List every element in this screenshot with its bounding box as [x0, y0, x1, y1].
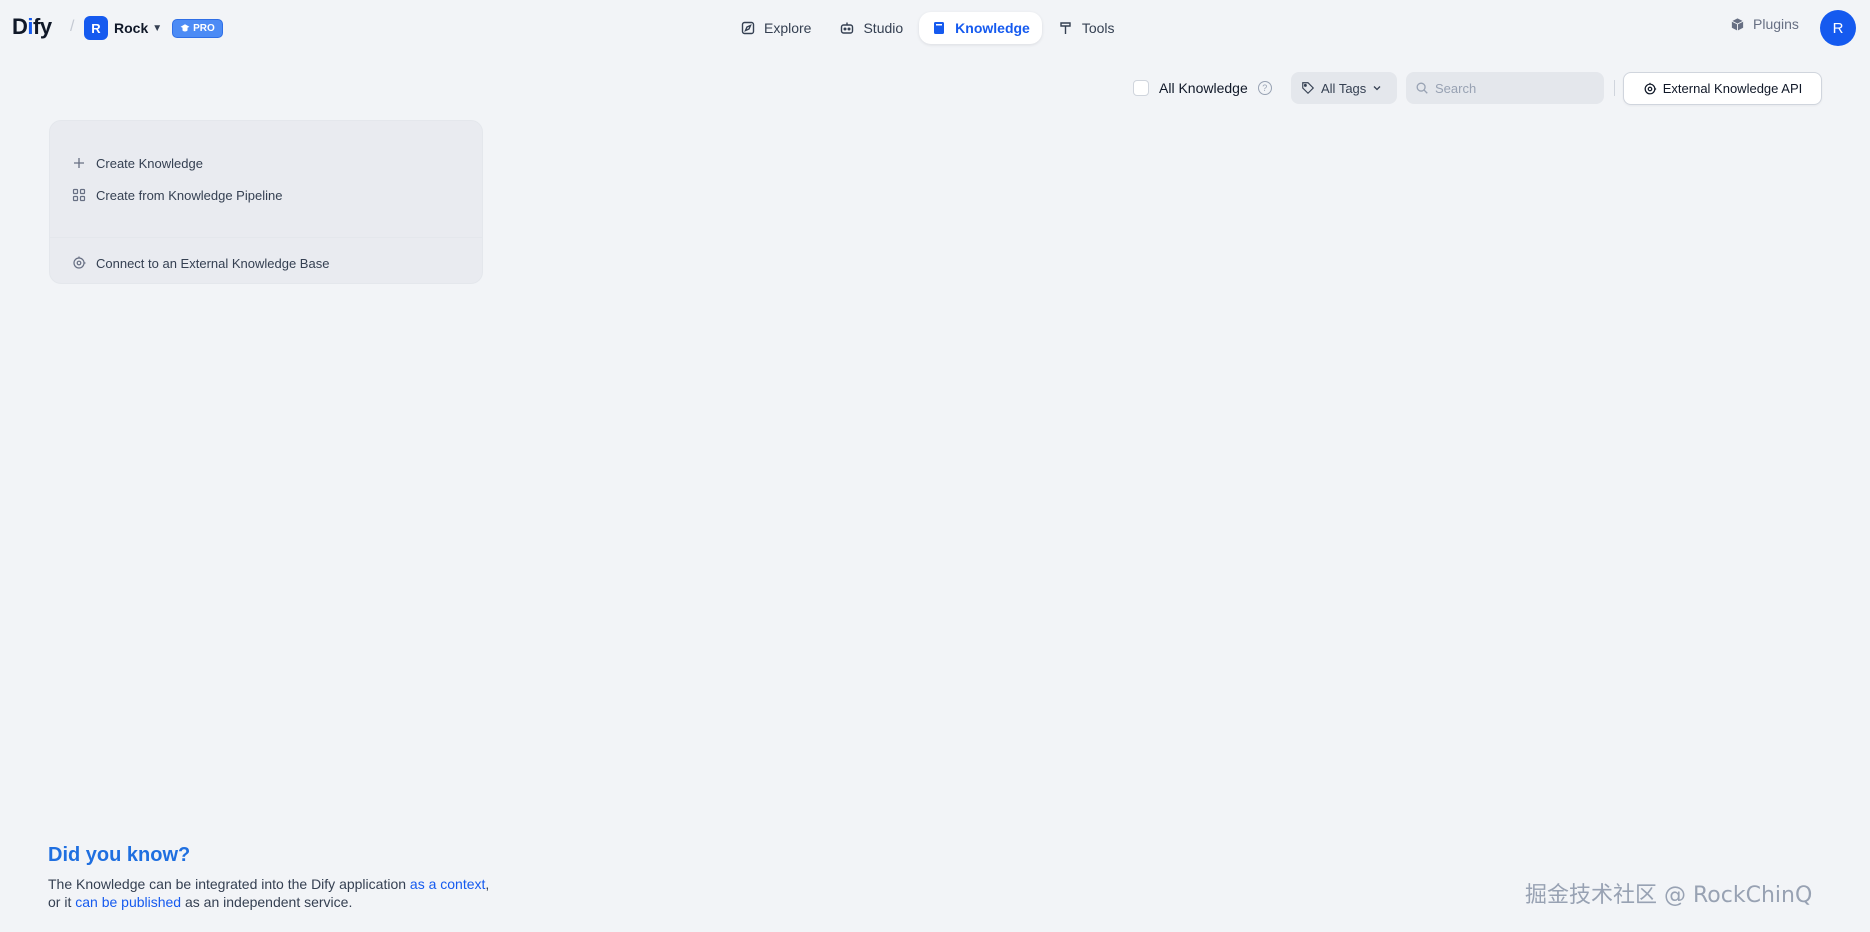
as-context-link[interactable]: as a context	[410, 876, 486, 892]
compass-icon	[741, 21, 755, 35]
top-header: Dify / R Rock ▼ PRO Explore Studio Knowl…	[0, 0, 1870, 56]
book-icon	[934, 22, 945, 34]
breadcrumb-separator: /	[70, 18, 75, 35]
tags-filter-dropdown[interactable]: All Tags	[1291, 72, 1397, 104]
pro-badge: PRO	[172, 18, 223, 38]
create-knowledge-card: Create Knowledge Create from Knowledge P…	[49, 120, 483, 284]
create-from-pipeline-button[interactable]: Create from Knowledge Pipeline	[72, 183, 282, 207]
knowledge-toolbar: All Knowledge ? All Tags External Knowle…	[0, 72, 1870, 105]
create-from-pipeline-label: Create from Knowledge Pipeline	[96, 187, 283, 203]
main-nav: Explore Studio Knowledge Tools	[728, 12, 1127, 44]
tag-icon	[1302, 82, 1315, 95]
search-box[interactable]	[1406, 72, 1604, 104]
search-input[interactable]	[1435, 80, 1595, 96]
plugins-label: Plugins	[1753, 16, 1799, 32]
chevron-down-icon	[1373, 86, 1381, 91]
search-icon	[1416, 82, 1428, 94]
did-you-know-panel: Did you know? The Knowledge can be integ…	[48, 844, 489, 911]
nav-explore[interactable]: Explore	[728, 12, 823, 44]
nav-tools-label: Tools	[1081, 20, 1115, 36]
graduation-cap-icon	[180, 24, 190, 32]
all-knowledge-label: All Knowledge	[1159, 80, 1248, 96]
pipeline-icon	[72, 188, 86, 202]
nav-knowledge[interactable]: Knowledge	[919, 12, 1042, 44]
all-knowledge-toggle[interactable]: All Knowledge ?	[1133, 72, 1272, 104]
did-you-know-title: Did you know?	[48, 844, 191, 866]
connect-external-knowledge-button[interactable]: Connect to an External Knowledge Base	[72, 251, 329, 275]
create-knowledge-label: Create Knowledge	[96, 155, 203, 171]
hammer-icon	[1060, 22, 1071, 34]
external-knowledge-api-button[interactable]: External Knowledge API	[1623, 72, 1822, 105]
plugins-button[interactable]: Plugins	[1730, 16, 1799, 32]
user-avatar[interactable]: R	[1820, 10, 1856, 46]
dify-logo[interactable]: Dify	[12, 14, 52, 40]
create-knowledge-button[interactable]: Create Knowledge	[72, 151, 203, 175]
plus-icon	[74, 158, 84, 168]
tags-filter-label: All Tags	[1321, 80, 1367, 96]
nav-tools[interactable]: Tools	[1046, 12, 1127, 44]
api-connection-icon	[1644, 82, 1656, 94]
nav-explore-label: Explore	[764, 20, 812, 36]
did-you-know-text: The Knowledge can be integrated into the…	[48, 876, 490, 910]
can-be-published-link[interactable]: can be published	[75, 894, 181, 910]
nav-studio[interactable]: Studio	[827, 12, 915, 44]
card-divider	[50, 237, 482, 238]
chevron-down-icon: ▼	[152, 22, 163, 34]
external-knowledge-api-label: External Knowledge API	[1662, 81, 1803, 96]
workspace-selector[interactable]: R Rock ▼ PRO	[84, 16, 223, 40]
watermark: 掘金技术社区 @ RockChinQ	[1525, 883, 1813, 908]
robot-icon	[841, 22, 854, 34]
nav-studio-label: Studio	[863, 20, 904, 36]
all-knowledge-checkbox[interactable]	[1133, 80, 1149, 96]
api-connection-icon	[73, 256, 86, 269]
toolbar-divider	[1614, 80, 1615, 96]
connect-external-label: Connect to an External Knowledge Base	[96, 255, 330, 271]
workspace-avatar: R	[84, 16, 108, 40]
workspace-name: Rock	[114, 20, 149, 36]
help-icon[interactable]: ?	[1257, 81, 1272, 95]
nav-knowledge-label: Knowledge	[955, 20, 1030, 36]
cube-icon	[1731, 17, 1744, 31]
